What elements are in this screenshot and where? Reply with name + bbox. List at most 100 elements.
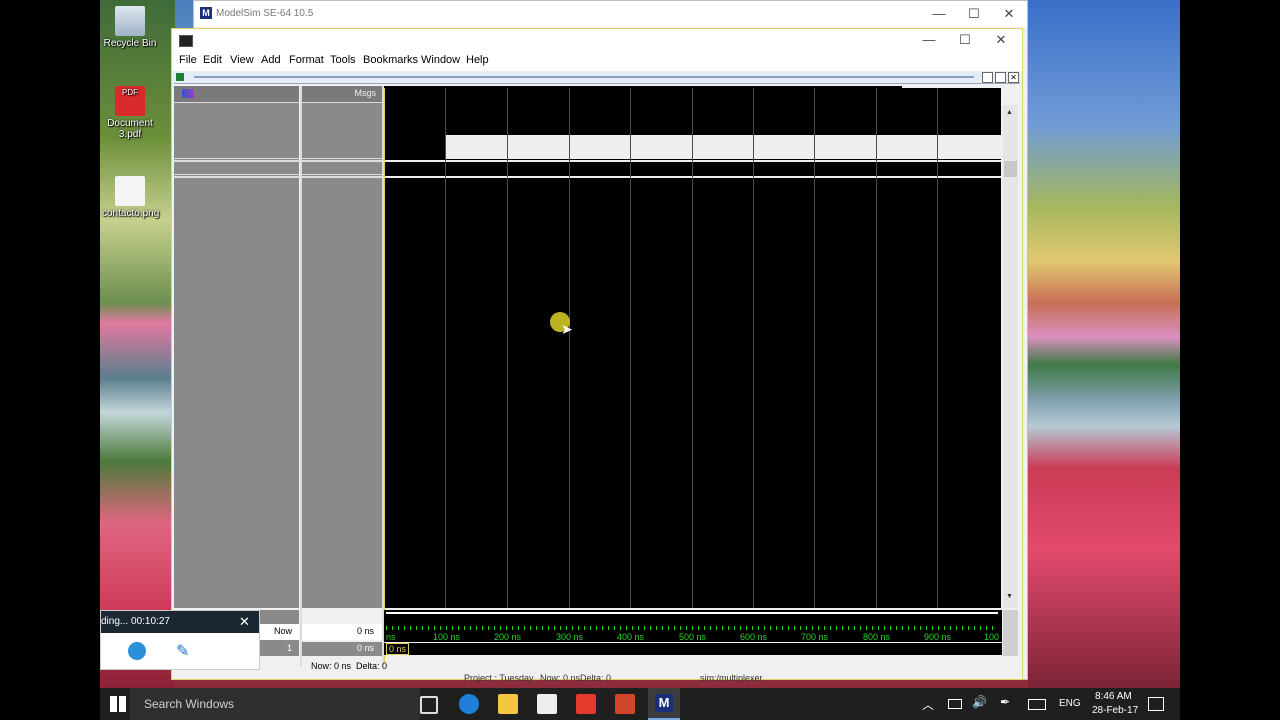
find-signal-icon[interactable] <box>182 89 194 98</box>
taskbar: Search Windows M ︿ 🔊 ✒ ENG 8:46 AM 28-Fe… <box>100 688 1180 720</box>
undock-icon[interactable] <box>995 72 1006 83</box>
signal-name-pane[interactable] <box>174 86 299 608</box>
wave-separator <box>384 160 1002 162</box>
file-explorer-icon[interactable] <box>498 694 518 714</box>
pen-icon[interactable]: ✒ <box>1000 695 1010 709</box>
vertical-scrollbar[interactable]: ▲ ▼ <box>1003 105 1018 608</box>
time-cursor-line[interactable] <box>384 88 385 663</box>
grid-line <box>876 88 877 608</box>
menu-help[interactable]: Help <box>466 54 489 66</box>
wave-close-button[interactable]: ✕ <box>984 27 1018 53</box>
pane-close-icon[interactable]: ✕ <box>1008 72 1019 83</box>
image-file-icon <box>115 176 145 206</box>
wave-separator <box>384 176 1002 178</box>
powerpoint-icon[interactable] <box>615 694 635 714</box>
search-placeholder: Search Windows <box>144 697 235 711</box>
now-label: Now <box>274 626 293 636</box>
pane-divider <box>302 158 382 159</box>
volume-icon[interactable]: 🔊 <box>972 695 987 709</box>
toolbar-dock-handle[interactable]: ✕ <box>174 71 1020 84</box>
cursor-label-cell[interactable]: 1 <box>259 642 299 656</box>
ruler-tick-label: 500 ns <box>679 632 707 642</box>
pane-divider <box>174 160 384 162</box>
menu-bookmarks[interactable]: Bookmarks <box>363 54 418 66</box>
status-delta: Delta: 0 <box>580 673 612 683</box>
outer-close-button[interactable]: ✕ <box>992 1 1026 27</box>
scroll-up-icon[interactable]: ▲ <box>1006 109 1013 116</box>
ruler-tick-label: 100 <box>984 632 1000 642</box>
menu-tools[interactable]: Tools <box>330 54 356 66</box>
outer-minimize-button[interactable]: — <box>922 1 956 27</box>
status-sim: sim:/multiplexer <box>700 673 763 683</box>
edge-browser-icon[interactable] <box>459 694 479 714</box>
modelsim-taskbar-button[interactable]: M <box>648 688 680 720</box>
ruler-tick-label: 400 ns <box>617 632 645 642</box>
webcam-add-icon[interactable] <box>128 642 146 660</box>
menu-add[interactable]: Add <box>261 54 281 66</box>
clock-time[interactable]: 8:46 AM <box>1095 691 1132 702</box>
cursor-time-tag[interactable]: 0 ns <box>386 643 410 655</box>
menu-format[interactable]: Format <box>289 54 324 66</box>
value-pane-header: Msgs <box>302 86 382 103</box>
wave-minimize-button[interactable]: — <box>912 27 946 53</box>
wave-status-delta: Delta: 0 <box>356 661 388 671</box>
show-hidden-icons-icon[interactable]: ︿ <box>922 696 934 713</box>
taskbar-search-box[interactable]: Search Windows <box>130 688 420 720</box>
menu-view[interactable]: View <box>230 54 254 66</box>
recorder-title-bar: ding... 00:10:27 ✕ <box>101 611 259 633</box>
ruler-tick-label: 600 ns <box>740 632 768 642</box>
wave-status-now: Now: 0 ns <box>311 661 352 671</box>
language-indicator[interactable]: ENG <box>1059 698 1081 709</box>
ruler-tick-label: 300 ns <box>556 632 584 642</box>
ruler-tick-label: 800 ns <box>863 632 891 642</box>
ruler-tick-label: 900 ns <box>924 632 952 642</box>
cursor-row[interactable]: 0 ns <box>384 643 1002 655</box>
pane-divider <box>174 176 384 178</box>
dock-toggle-icon[interactable] <box>982 72 993 83</box>
battery-icon[interactable] <box>948 699 962 709</box>
ruler-minor-ticks <box>386 626 998 630</box>
menu-file[interactable]: File <box>179 54 197 66</box>
signal-pane-header <box>174 86 299 103</box>
pencil-icon[interactable]: ✎ <box>176 641 189 661</box>
menu-edit[interactable]: Edit <box>203 54 222 66</box>
menu-bar: File Edit View Add Format Tools Bookmark… <box>172 51 1022 71</box>
desktop-icon-png[interactable]: contacto.png <box>102 176 159 219</box>
grid-line <box>445 88 446 608</box>
wave-title-bar: — ☐ ✕ <box>172 29 1022 51</box>
grid-line <box>692 88 693 608</box>
grid-line <box>937 88 938 608</box>
action-center-icon[interactable] <box>1148 697 1164 711</box>
store-icon[interactable] <box>537 694 557 714</box>
status-project: Project : Tuesday <box>464 673 534 683</box>
grid-line <box>814 88 815 608</box>
menu-window[interactable]: Window <box>421 54 460 66</box>
wave-maximize-button[interactable]: ☐ <box>948 27 982 53</box>
wallpaper-right <box>1028 0 1180 688</box>
acrobat-icon[interactable] <box>576 694 596 714</box>
signal-value-pane[interactable]: Msgs <box>302 86 382 608</box>
waveform-blank-region <box>445 135 1018 159</box>
desktop-icon-pdf[interactable]: PDF Document 3.pdf <box>102 86 158 140</box>
keyboard-icon[interactable] <box>1028 699 1046 710</box>
outer-window-title: ModelSim SE-64 10.5 <box>216 8 314 19</box>
msgs-header: Msgs <box>354 88 376 98</box>
scrollbar-thumb[interactable] <box>1004 161 1017 177</box>
desktop-icon-recycle-bin[interactable]: Recycle Bin <box>102 6 158 49</box>
modelsim-icon: M <box>655 694 673 712</box>
recording-status: ding... 00:10:27 <box>101 616 170 627</box>
status-now: Now: 0 ns <box>540 673 581 683</box>
modelsim-logo-icon: M <box>200 7 212 19</box>
task-view-icon[interactable] <box>420 696 438 714</box>
cursor-label: 1 <box>287 643 293 653</box>
clock-date[interactable]: 28-Feb-17 <box>1092 705 1138 716</box>
recorder-close-button[interactable]: ✕ <box>239 614 250 630</box>
scroll-down-icon[interactable]: ▼ <box>1006 593 1013 600</box>
mouse-pointer-icon: ➤ <box>561 321 573 337</box>
pane-divider <box>302 174 382 175</box>
toolbar-grip <box>194 76 974 78</box>
windows-start-icon[interactable] <box>110 696 126 712</box>
outer-maximize-button[interactable]: ☐ <box>957 1 991 27</box>
screen-recorder-widget: ding... 00:10:27 ✕ ✎ <box>100 610 260 670</box>
ruler-tick-label: 700 ns <box>801 632 829 642</box>
